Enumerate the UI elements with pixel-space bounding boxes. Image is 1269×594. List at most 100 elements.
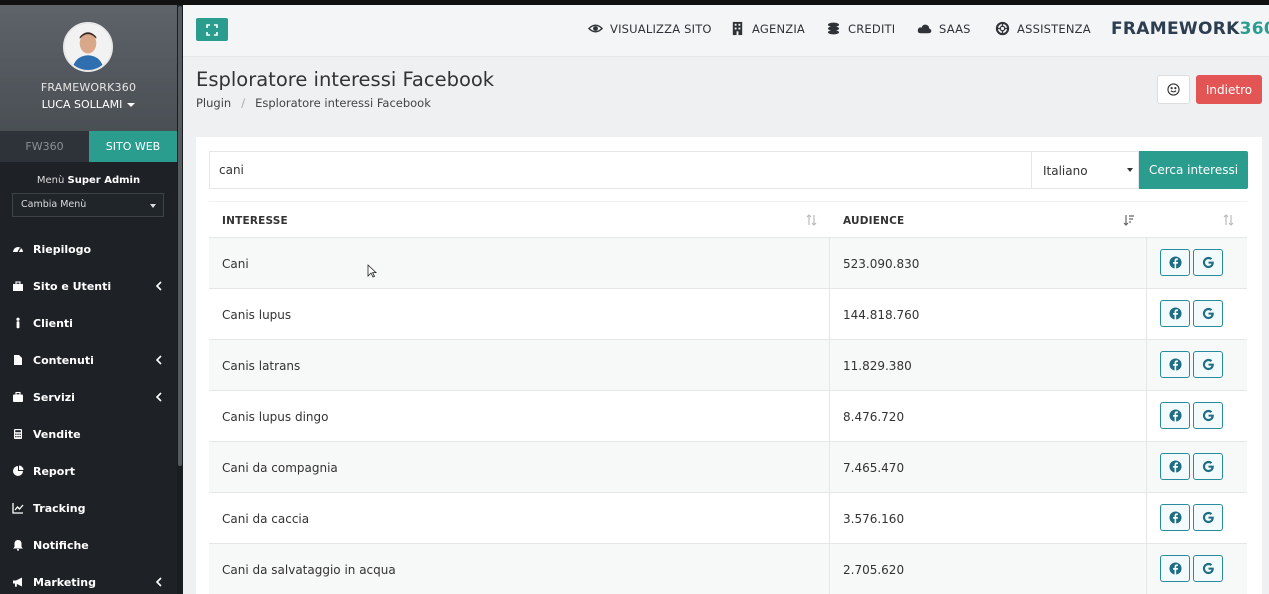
pie-chart-icon <box>12 465 24 477</box>
google-button[interactable] <box>1193 351 1223 378</box>
caret-down-icon <box>1127 168 1133 172</box>
nav-label: AGENZIA <box>752 21 805 36</box>
smile-icon <box>1167 83 1180 96</box>
megaphone-icon <box>12 576 24 588</box>
sidebar-scrollbar[interactable] <box>177 0 183 594</box>
facebook-button[interactable] <box>1160 453 1190 480</box>
chevron-left-icon <box>155 577 163 587</box>
sidebar-item-label: Report <box>33 464 76 478</box>
breadcrumb-current: Esploratore interessi Facebook <box>255 96 431 110</box>
line-chart-icon <box>12 502 24 514</box>
google-button[interactable] <box>1193 555 1223 582</box>
google-button[interactable] <box>1193 249 1223 276</box>
table-row: Canis lupus 144.818.760 <box>209 289 1247 340</box>
menu-title-role: Super Admin <box>67 175 141 186</box>
google-button[interactable] <box>1193 402 1223 429</box>
table-header: INTERESSE AUDIENCE <box>209 201 1247 238</box>
fullscreen-button[interactable] <box>196 18 228 41</box>
facebook-button[interactable] <box>1160 402 1190 429</box>
sidebar-item-label: Tracking <box>33 501 86 515</box>
language-select[interactable]: Italiano <box>1031 151 1139 189</box>
mouse-cursor-icon <box>367 264 377 278</box>
menu-select[interactable]: Cambia Menù <box>12 193 164 217</box>
interests-table: INTERESSE AUDIENCE Cani 523.090.830 Canis … <box>209 201 1247 594</box>
facebook-button[interactable] <box>1160 351 1190 378</box>
expand-icon <box>206 23 218 36</box>
facebook-icon <box>1168 409 1182 422</box>
facebook-icon <box>1168 307 1182 320</box>
sidebar-item-vendite[interactable]: Vendite <box>0 419 177 449</box>
profile-company: FRAMEWORK360 <box>40 81 137 94</box>
tab-sito-web[interactable]: SITO WEB <box>89 131 177 162</box>
search-input[interactable]: cani <box>209 151 1032 189</box>
sidebar-item-label: Sito e Utenti <box>33 279 112 293</box>
column-header-audience[interactable]: AUDIENCE <box>843 202 904 239</box>
person-icon <box>12 317 24 329</box>
interest-cell: Cani da compagnia <box>222 460 338 475</box>
sort-icon[interactable] <box>1223 214 1234 226</box>
column-divider <box>829 391 830 442</box>
google-icon <box>1202 511 1215 524</box>
sidebar-item-riepilogo[interactable]: Riepilogo <box>0 234 177 264</box>
column-divider <box>829 493 830 544</box>
column-header-interest[interactable]: INTERESSE <box>222 202 288 239</box>
audience-cell: 8.476.720 <box>843 409 905 424</box>
eye-icon <box>588 24 603 33</box>
nav-crediti[interactable]: CREDITI <box>826 21 895 36</box>
sort-icon[interactable] <box>806 214 817 226</box>
google-icon <box>1202 358 1215 371</box>
sidebar-item-report[interactable]: Report <box>0 456 177 486</box>
sidebar-item-label: Notifiche <box>33 538 89 552</box>
emoji-button[interactable] <box>1157 75 1190 104</box>
chevron-left-icon <box>155 281 163 291</box>
nav-saas[interactable]: SAAS <box>917 21 971 36</box>
breadcrumb-plugin[interactable]: Plugin <box>196 96 231 110</box>
nav-assistenza[interactable]: ASSISTENZA <box>995 21 1091 36</box>
facebook-button[interactable] <box>1160 249 1190 276</box>
profile-panel: FRAMEWORK360 LUCA SOLLAMI <box>0 5 177 131</box>
sidebar-item-marketing[interactable]: Marketing <box>0 567 177 594</box>
search-interests-button[interactable]: Cerca interessi <box>1139 151 1248 189</box>
avatar[interactable] <box>63 22 113 72</box>
profile-user-menu[interactable]: LUCA SOLLAMI <box>0 98 177 111</box>
window-top-bar <box>0 0 1269 5</box>
top-header: VISUALIZZA SITO AGENZIA CREDITI SAAS ASS… <box>183 5 1269 57</box>
suitcase-icon <box>12 391 24 403</box>
menu-select-value: Cambia Menù <box>21 199 87 210</box>
breadcrumb: Plugin / Esploratore interessi Facebook <box>196 96 431 110</box>
tab-fw360[interactable]: FW360 <box>0 131 89 162</box>
sidebar-item-tracking[interactable]: Tracking <box>0 493 177 523</box>
facebook-button[interactable] <box>1160 504 1190 531</box>
calculator-icon <box>12 428 24 440</box>
column-divider <box>1146 544 1147 594</box>
facebook-button[interactable] <box>1160 555 1190 582</box>
sidebar-item-label: Riepilogo <box>33 242 92 256</box>
scrollbar-thumb[interactable] <box>178 6 182 466</box>
column-divider <box>829 442 830 493</box>
google-button[interactable] <box>1193 300 1223 327</box>
sidebar-item-clienti[interactable]: Clienti <box>0 308 177 338</box>
column-divider <box>1146 238 1147 289</box>
facebook-button[interactable] <box>1160 300 1190 327</box>
nav-agenzia[interactable]: AGENZIA <box>730 21 805 36</box>
sidebar-item-notifiche[interactable]: Notifiche <box>0 530 177 560</box>
column-divider <box>1146 391 1147 442</box>
google-button[interactable] <box>1193 453 1223 480</box>
facebook-icon <box>1168 511 1182 524</box>
sidebar: FRAMEWORK360 LUCA SOLLAMI FW360 SITO WEB… <box>0 0 183 594</box>
brand-logo[interactable]: FRAMEWORK360 <box>1111 19 1269 39</box>
nav-visualizza-sito[interactable]: VISUALIZZA SITO <box>588 21 712 36</box>
sidebar-item-contenuti[interactable]: Contenuti <box>0 345 177 375</box>
sort-desc-icon[interactable] <box>1123 214 1134 226</box>
interest-cell: Canis lupus <box>222 307 292 322</box>
column-divider <box>1146 340 1147 391</box>
bell-icon <box>12 539 24 551</box>
sidebar-item-servizi[interactable]: Servizi <box>0 382 177 412</box>
cloud-icon <box>917 24 932 34</box>
sidebar-item-sito-e-utenti[interactable]: Sito e Utenti <box>0 271 177 301</box>
column-divider <box>1146 493 1147 544</box>
google-button[interactable] <box>1193 504 1223 531</box>
interest-explorer-card: cani Italiano Cerca interessi INTERESSE … <box>196 137 1262 594</box>
back-button[interactable]: Indietro <box>1196 75 1262 104</box>
breadcrumb-separator: / <box>241 96 246 110</box>
